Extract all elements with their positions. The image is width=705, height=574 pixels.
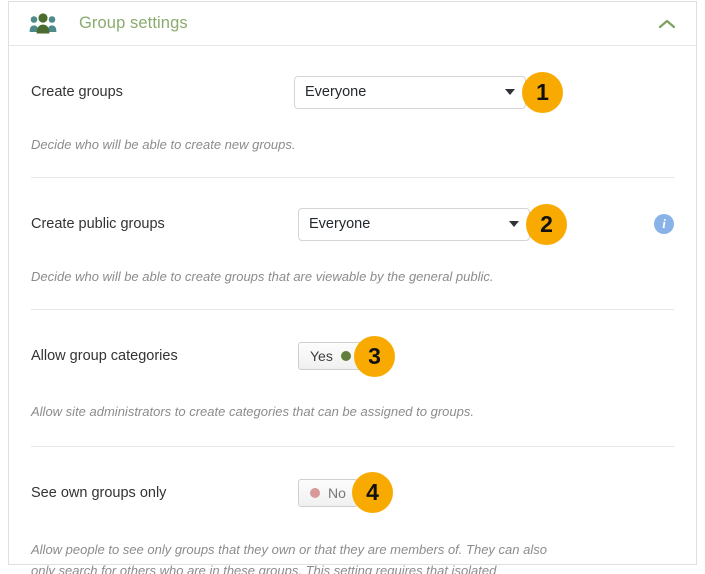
status-dot-off-icon: [310, 488, 320, 498]
chevron-down-icon: [505, 89, 515, 95]
group-settings-body: Create groups Everyone 1 Decide who will…: [9, 46, 696, 574]
select-create-public-groups[interactable]: Everyone: [298, 208, 530, 241]
users-group-icon: [29, 13, 57, 35]
label-create-public-groups: Create public groups: [31, 215, 294, 234]
group-settings-card: Group settings Create groups Everyone 1: [8, 1, 697, 565]
setting-row-create-public-groups: Create public groups Everyone 2 i Decide…: [9, 178, 696, 287]
select-create-groups[interactable]: Everyone: [294, 76, 526, 109]
group-settings-screen: Group settings Create groups Everyone 1: [0, 0, 705, 574]
step-badge-1: 1: [522, 72, 563, 113]
toggle-see-own-groups-only-value: No: [328, 486, 346, 500]
setting-row-see-own-groups-only: See own groups only No 4 Allow people to…: [9, 447, 696, 574]
help-create-groups: Decide who will be able to create new gr…: [31, 134, 591, 155]
status-dot-on-icon: [341, 351, 351, 361]
toggle-see-own-groups-only[interactable]: No: [298, 479, 358, 507]
help-see-own-groups-only: Allow people to see only groups that the…: [31, 539, 551, 574]
step-badge-4: 4: [352, 472, 393, 513]
help-allow-group-categories: Allow site administrators to create cate…: [31, 401, 591, 422]
group-settings-header[interactable]: Group settings: [9, 2, 696, 46]
setting-row-create-groups: Create groups Everyone 1 Decide who will…: [9, 46, 696, 155]
select-create-public-groups-value: Everyone: [309, 216, 503, 232]
chevron-down-icon: [509, 221, 519, 227]
chevron-up-icon[interactable]: [658, 18, 676, 30]
label-create-groups: Create groups: [31, 83, 294, 102]
label-see-own-groups-only: See own groups only: [31, 484, 294, 503]
step-badge-3: 3: [354, 336, 395, 377]
select-create-groups-value: Everyone: [305, 84, 499, 100]
help-create-public-groups: Decide who will be able to create groups…: [31, 266, 591, 287]
info-circle-icon[interactable]: i: [654, 214, 674, 234]
toggle-allow-group-categories-value: Yes: [310, 349, 333, 363]
setting-row-allow-group-categories: Allow group categories Yes 3 Allow site …: [9, 310, 696, 422]
label-allow-group-categories: Allow group categories: [31, 347, 294, 366]
step-badge-2: 2: [526, 204, 567, 245]
page-title: Group settings: [79, 14, 658, 33]
